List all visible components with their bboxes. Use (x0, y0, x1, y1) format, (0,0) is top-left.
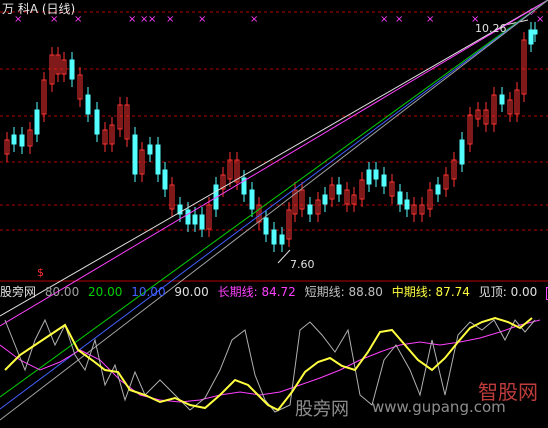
candle-body (459, 139, 465, 165)
cross-marker: × (148, 14, 156, 25)
candle-body (336, 184, 342, 195)
stock-chart-canvas[interactable]: ×××××××××××××× ◇ (0, 0, 548, 428)
candle-body (322, 194, 328, 205)
candle-body (532, 29, 538, 35)
watermark-left: 股旁网 (295, 399, 349, 420)
candle-body (147, 144, 153, 155)
candle-body (162, 169, 168, 190)
candle-body (185, 209, 191, 225)
cross-marker: × (198, 14, 206, 25)
low-pointer (277, 249, 291, 264)
candle-body (249, 189, 255, 210)
long-line-value: 长期线: 84.72 (217, 285, 296, 299)
cross-marker: × (166, 14, 174, 25)
candle-body (435, 184, 441, 195)
candle-body (85, 94, 91, 115)
cross-marker: × (426, 14, 434, 25)
level-90: 90.00 (174, 285, 209, 299)
candle-body (271, 229, 277, 245)
cross-marker: × (380, 14, 388, 25)
cross-marker: × (128, 14, 136, 25)
mid-line (4, 316, 533, 412)
long-line (0, 319, 541, 403)
candlestick-series (4, 22, 538, 252)
level-10: 10.00 (131, 285, 166, 299)
candle-body (404, 199, 410, 210)
candle-body (132, 134, 138, 175)
buy-signal-mark: $ (37, 266, 44, 279)
indicator-legend: 股旁网 80.00 20.00 10.00 90.00 长期线: 84.72 短… (0, 285, 548, 301)
candle-body (263, 217, 269, 235)
candle-body (397, 191, 403, 205)
candle-body (373, 169, 379, 180)
candle-body (366, 169, 372, 185)
high-price-label: 10.26 (475, 22, 507, 35)
candle-body (155, 144, 161, 175)
level-line (0, 0, 548, 317)
candle-body (528, 29, 534, 45)
chart-title: 万 科A (日线) (2, 2, 76, 16)
mid-line-value: 中期线: 87.74 (391, 285, 470, 299)
candle-body (381, 174, 387, 187)
level-line (0, 0, 548, 398)
level-line (0, 0, 548, 327)
cross-marker: × (250, 14, 258, 25)
cross-marker: × (395, 14, 403, 25)
cross-markers: × × × × × × × × × × × × × × (14, 14, 544, 25)
short-line-value: 短期线: 88.80 (304, 285, 383, 299)
candle-body (11, 134, 17, 145)
candle-body (19, 134, 25, 147)
low-price-label: 7.60 (290, 258, 315, 271)
candle-body (279, 234, 285, 245)
candle-body (94, 109, 100, 135)
level-20: 20.00 (88, 285, 123, 299)
price-annotations: ◇ (277, 7, 535, 264)
cross-marker: × (536, 14, 544, 25)
candle-body (34, 109, 40, 135)
candle-body (307, 204, 313, 215)
candle-body (69, 59, 75, 80)
level-line (0, 0, 548, 421)
indicator-name: 股旁网 (0, 285, 37, 299)
candle-body (192, 214, 198, 225)
level-line (0, 0, 548, 410)
indicator-panel (0, 0, 548, 421)
candle-body (499, 94, 505, 105)
top-value: 见顶: 0.00 (478, 285, 538, 299)
candle-body (199, 214, 205, 230)
watermark-logo: 智股网 (478, 380, 538, 404)
cross-marker: × (74, 14, 82, 25)
level-80: 80.00 (44, 285, 80, 299)
